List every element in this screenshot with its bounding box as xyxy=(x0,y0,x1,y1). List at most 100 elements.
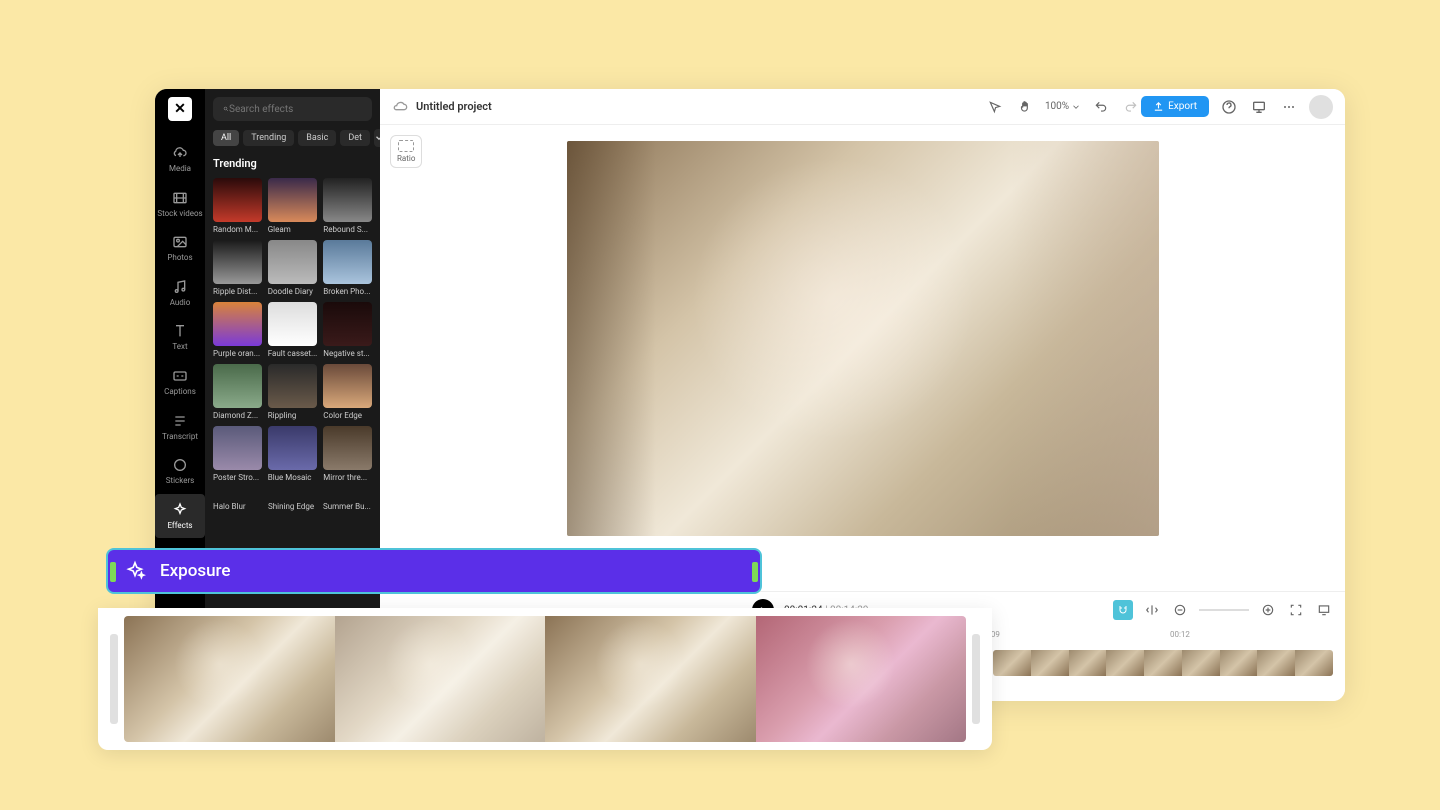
app-logo[interactable]: ✕ xyxy=(168,97,192,121)
search-box[interactable] xyxy=(213,97,372,121)
nav-transcript[interactable]: Transcript xyxy=(155,405,205,450)
film-icon xyxy=(172,190,188,206)
exposure-effect-clip[interactable]: Exposure xyxy=(106,548,762,594)
effect-item[interactable]: Negative st... xyxy=(323,302,372,358)
magnet-button[interactable] xyxy=(1113,600,1133,620)
effect-label: Halo Blur xyxy=(213,502,262,511)
cursor-tool[interactable] xyxy=(985,97,1005,117)
nav-stickers[interactable]: Stickers xyxy=(155,449,205,494)
effect-item[interactable]: Ripple Dist... xyxy=(213,240,262,296)
topbar-left: Untitled project xyxy=(392,99,985,115)
hand-tool[interactable] xyxy=(1015,97,1035,117)
effect-label: Poster Stro... xyxy=(213,473,262,482)
effect-label: Color Edge xyxy=(323,411,372,420)
effect-item[interactable]: Mirror thre... xyxy=(323,426,372,482)
fit-button[interactable] xyxy=(1287,601,1305,619)
topbar-right: Export xyxy=(1141,95,1333,119)
effect-thumb xyxy=(323,364,372,408)
effect-label: Mirror thre... xyxy=(323,473,372,482)
effect-thumb xyxy=(213,302,262,346)
chip-basic[interactable]: Basic xyxy=(298,130,336,146)
effect-item[interactable]: Rebound S... xyxy=(323,178,372,234)
chip-all[interactable]: All xyxy=(213,130,239,146)
preview-video[interactable] xyxy=(567,141,1159,536)
more-button[interactable] xyxy=(1279,97,1299,117)
nav-label: Media xyxy=(169,164,191,174)
effect-item[interactable]: Diamond Z... xyxy=(213,364,262,420)
thumb-strip[interactable] xyxy=(124,616,966,742)
effect-grid: Random M... Gleam Rebound S... Ripple Di… xyxy=(213,178,372,482)
effect-item[interactable]: Gleam xyxy=(268,178,318,234)
effect-item[interactable]: Fault casset... xyxy=(268,302,318,358)
nav-label: Photos xyxy=(167,253,192,263)
zoom-slider[interactable] xyxy=(1199,609,1249,611)
chip-trending[interactable]: Trending xyxy=(243,130,294,146)
effect-item[interactable]: Blue Mosaic xyxy=(268,426,318,482)
redo-button[interactable] xyxy=(1121,97,1141,117)
music-icon xyxy=(172,279,188,295)
search-input[interactable] xyxy=(229,104,362,115)
nav-media[interactable]: Media xyxy=(155,137,205,182)
effect-label: Broken Pho... xyxy=(323,287,372,296)
clip-frame xyxy=(1182,650,1220,676)
strip-handle-right[interactable] xyxy=(972,634,980,724)
nav-label: Effects xyxy=(167,521,192,531)
chevron-down-icon xyxy=(1071,102,1081,112)
present-button[interactable] xyxy=(1249,97,1269,117)
effect-item[interactable]: Random M... xyxy=(213,178,262,234)
effect-thumb xyxy=(323,178,372,222)
fullscreen-button[interactable] xyxy=(1315,601,1333,619)
strip-handle-left[interactable] xyxy=(110,634,118,724)
effect-label: Diamond Z... xyxy=(213,411,262,420)
preview-area: Ratio xyxy=(380,125,1345,591)
preview-frame xyxy=(124,616,335,742)
nav-text[interactable]: Text xyxy=(155,315,205,360)
help-button[interactable] xyxy=(1219,97,1239,117)
effect-item[interactable]: Rippling xyxy=(268,364,318,420)
captions-icon xyxy=(172,368,188,384)
undo-button[interactable] xyxy=(1091,97,1111,117)
ratio-icon xyxy=(398,140,414,152)
sticker-icon xyxy=(172,457,188,473)
effect-item[interactable]: Poster Stro... xyxy=(213,426,262,482)
clip-handle-right[interactable] xyxy=(752,562,758,582)
effect-label: Fault casset... xyxy=(268,349,318,358)
effect-label: Summer Bu... xyxy=(323,502,372,511)
effect-item[interactable]: Summer Bu... xyxy=(323,502,372,511)
zoom-out-button[interactable] xyxy=(1171,601,1189,619)
nav-captions[interactable]: Captions xyxy=(155,360,205,405)
effect-item[interactable]: Broken Pho... xyxy=(323,240,372,296)
clip-frame xyxy=(1031,650,1069,676)
clip-frame xyxy=(1295,650,1333,676)
effect-thumb xyxy=(213,240,262,284)
clip-frame xyxy=(1257,650,1295,676)
effect-item[interactable]: Shining Edge xyxy=(268,502,317,511)
user-avatar[interactable] xyxy=(1309,95,1333,119)
export-button[interactable]: Export xyxy=(1141,96,1209,117)
effect-item[interactable]: Doodle Diary xyxy=(268,240,318,296)
nav-stock-videos[interactable]: Stock videos xyxy=(155,182,205,227)
video-clip[interactable] xyxy=(993,650,1333,676)
clip-handle-left[interactable] xyxy=(110,562,116,582)
image-icon xyxy=(172,234,188,250)
preview-frame xyxy=(335,616,546,742)
nav-photos[interactable]: Photos xyxy=(155,226,205,271)
effect-label: Gleam xyxy=(268,225,318,234)
zoom-display[interactable]: 100% xyxy=(1045,101,1081,112)
nav-audio[interactable]: Audio xyxy=(155,271,205,316)
nav-effects[interactable]: Effects xyxy=(155,494,205,539)
effect-item[interactable]: Purple oran... xyxy=(213,302,262,358)
effect-thumb xyxy=(323,302,372,346)
ratio-button[interactable]: Ratio xyxy=(390,135,422,168)
nav-label: Text xyxy=(172,342,187,352)
effect-item[interactable]: Halo Blur xyxy=(213,502,262,511)
zoom-in-button[interactable] xyxy=(1259,601,1277,619)
chip-det[interactable]: Det xyxy=(340,130,370,146)
cloud-icon xyxy=(392,99,408,115)
effect-thumb xyxy=(213,364,262,408)
effect-item[interactable]: Color Edge xyxy=(323,364,372,420)
project-title[interactable]: Untitled project xyxy=(416,100,492,113)
effect-label: Blue Mosaic xyxy=(268,473,318,482)
split-button[interactable] xyxy=(1143,601,1161,619)
effect-thumb xyxy=(213,178,262,222)
